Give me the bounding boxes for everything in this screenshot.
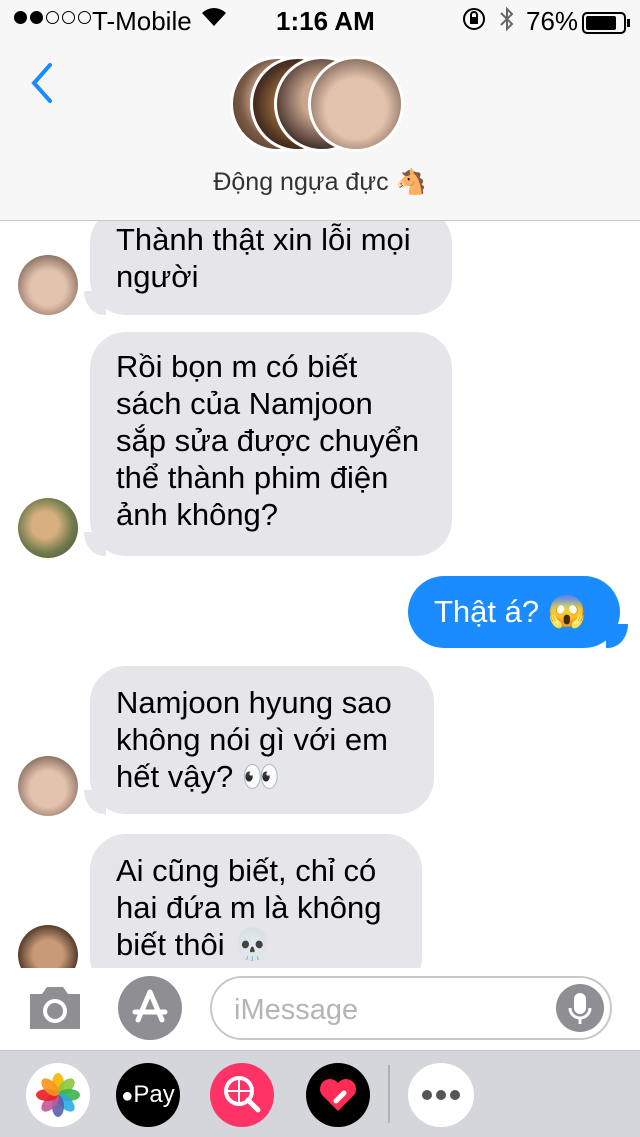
group-name[interactable]: Động ngựa đực 🐴 [0,168,640,197]
apple-logo-icon: ● [121,1085,134,1107]
battery-icon [582,10,632,41]
back-button[interactable] [30,62,54,109]
photos-app-button[interactable] [26,1063,90,1127]
clock-label: 1:16 AM [276,6,375,36]
camera-icon [30,987,80,1029]
battery-percent-label: 76% [526,6,579,36]
digital-touch-button[interactable] [306,1063,370,1127]
conversation-header: Động ngựa đực 🐴 [0,40,640,221]
globe-search-icon [224,1076,261,1113]
chevron-left-icon [31,63,52,103]
message-line: biết thôi 💀 [116,927,272,962]
message-line: hết vậy? 👀 [116,759,281,794]
message-line: Ai cũng biết, chỉ có [116,853,377,888]
app-drawer: ●Pay [0,1050,640,1137]
message-bubble[interactable]: Namjoon hyung sao không nói gì với em hế… [90,666,434,814]
message-bubble[interactable]: Rồi bọn m có biết sách của Namjoon sắp s… [90,332,452,556]
app-store-button[interactable] [118,976,182,1040]
web-images-button[interactable] [210,1063,274,1127]
message-line: Thật á? 😱 [434,594,587,629]
carrier-label: T-Mobile [92,6,192,36]
apple-pay-label: Pay [133,1081,175,1108]
message-bubble-sent[interactable]: Thật á? 😱 [408,576,620,648]
app-store-icon [132,989,168,1023]
microphone-button[interactable] [556,984,604,1032]
camera-button[interactable] [26,982,84,1037]
avatar[interactable] [18,756,78,816]
signal-strength-icon [14,11,91,24]
microphone-icon [568,993,592,1024]
message-line: hai đứa m là không [116,890,382,925]
photos-icon [36,1073,80,1117]
wifi-icon [200,4,228,35]
compose-bar: iMessage [0,968,640,1050]
message-line: ảnh không? [116,497,279,532]
divider [388,1065,390,1123]
ellipsis-icon [422,1090,460,1100]
avatar[interactable] [18,925,78,968]
bluetooth-icon [498,5,516,40]
message-bubble[interactable]: Thành thật xin lỗi mọi người [90,221,452,315]
message-line: Namjoon hyung sao [116,685,392,720]
group-avatars[interactable] [230,56,410,156]
message-input[interactable]: iMessage [210,976,612,1040]
message-line: Thành thật xin lỗi mọi [116,222,411,257]
message-line: sắp sửa được chuyển [116,423,420,458]
message-line: sách của Namjoon [116,386,373,421]
message-input-placeholder: iMessage [234,994,359,1026]
message-bubble[interactable]: Ai cũng biết, chỉ có hai đứa m là không … [90,834,422,968]
avatar[interactable] [18,255,78,315]
message-line: không nói gì với em [116,722,388,757]
more-apps-button[interactable] [408,1063,474,1127]
heart-touch-icon [320,1079,356,1111]
avatar[interactable] [18,498,78,558]
avatar [308,56,404,152]
status-bar: T-Mobile 1:16 AM 76% [0,0,640,40]
apple-pay-button[interactable]: ●Pay [116,1063,180,1127]
message-line: Rồi bọn m có biết [116,349,358,384]
message-thread[interactable]: Thành thật xin lỗi mọi người Rồi bọn m c… [0,221,640,968]
orientation-lock-icon [462,7,486,38]
message-line: thể thành phim điện [116,460,389,495]
message-line: người [116,259,199,294]
